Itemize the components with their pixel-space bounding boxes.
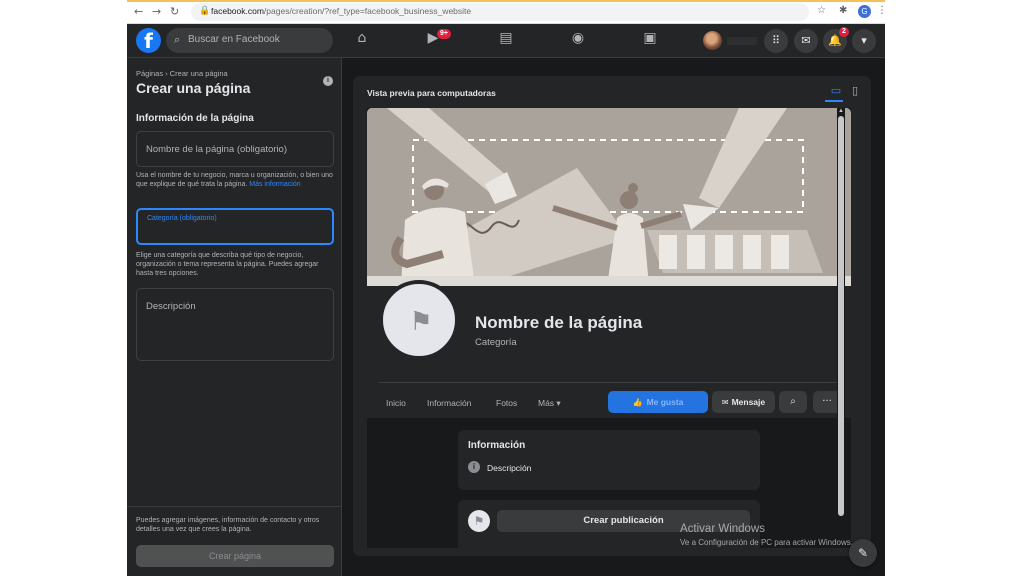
search-icon: ⌕ <box>174 33 181 46</box>
profile-picture: ⚑ <box>379 280 459 360</box>
user-avatar[interactable] <box>703 31 722 50</box>
messenger-small-icon: ✉ <box>721 398 729 407</box>
ellipsis-icon: ··· <box>822 396 832 407</box>
sidebar-divider <box>127 506 342 507</box>
scrollbar-thumb[interactable] <box>838 116 844 516</box>
browser-menu-icon[interactable]: ⋮ <box>877 5 885 16</box>
browser-profile-avatar[interactable]: G <box>858 5 871 18</box>
info-icon[interactable]: i <box>323 76 333 86</box>
cover-illustration <box>367 108 851 286</box>
search-box[interactable]: ⌕ Buscar en Facebook <box>166 28 333 53</box>
url-text: facebook.com/pages/creation/?ref_type=fa… <box>211 6 472 16</box>
info-card-title: Información <box>468 440 526 451</box>
page-name-help: Usa el nombre de tu negocio, marca u org… <box>136 172 333 188</box>
scroll-up-arrow-icon[interactable]: ▲ <box>837 108 845 115</box>
mobile-preview-icon[interactable]: ▯ <box>849 84 861 98</box>
star-icon[interactable]: ☆ <box>817 5 826 16</box>
info-card-description: Descripción <box>487 463 532 473</box>
gaming-icon[interactable]: ▣ <box>638 30 662 52</box>
search-placeholder: Buscar en Facebook <box>188 34 280 45</box>
facebook-logo[interactable]: f <box>136 28 161 53</box>
back-icon[interactable]: ← <box>134 5 143 18</box>
tabs-divider <box>379 382 839 383</box>
sidebar-footer-text: Puedes agregar imágenes, información de … <box>136 517 320 533</box>
menu-grid-icon[interactable]: ⠿ <box>764 29 788 53</box>
message-button[interactable]: ✉ Mensaje <box>712 391 775 413</box>
user-name-redacted[interactable] <box>727 37 757 45</box>
cover-art <box>367 108 851 286</box>
page-avatar-small-flag-icon: ⚑ <box>468 510 490 532</box>
tab-fotos[interactable]: Fotos <box>496 398 517 408</box>
groups-icon[interactable]: ◉ <box>566 30 590 52</box>
like-button[interactable]: 👍 Me gusta <box>608 391 708 413</box>
section-title: Información de la página <box>136 113 254 124</box>
address-bar[interactable]: 🔒 facebook.com/pages/creation/?ref_type=… <box>191 3 809 21</box>
thumbs-up-icon: 👍 <box>632 398 643 407</box>
category-field[interactable]: Categoría (obligatorio) <box>136 208 334 245</box>
tab-strip-edge <box>127 0 885 2</box>
info-circle-icon: i <box>468 461 480 473</box>
page-name-field[interactable]: Nombre de la página (obligatorio) <box>136 131 334 167</box>
notifications-badge: 2 <box>839 27 849 37</box>
desktop-preview-panel: Vista previa para computadoras ▭ ▯ ⚑ Nom… <box>353 76 871 556</box>
preview-page-name: Nombre de la página <box>475 313 643 332</box>
tab-inicio[interactable]: Inicio <box>386 398 406 408</box>
page-title: Crear una página <box>136 80 251 96</box>
windows-activation-watermark: Activar Windows <box>680 523 765 535</box>
browser-toolbar: ← → ↻ 🔒 facebook.com/pages/creation/?ref… <box>127 0 885 24</box>
home-icon[interactable]: ⌂ <box>350 30 374 52</box>
desktop-preview-active-indicator <box>825 100 843 102</box>
category-help: Elige una categoría que describa qué tip… <box>136 252 319 277</box>
account-dropdown-icon[interactable]: ▾ <box>852 29 876 53</box>
description-field[interactable]: Descripción <box>136 288 334 361</box>
flag-icon: ⚑ <box>409 307 433 337</box>
magnifier-icon: ⌕ <box>790 396 796 407</box>
extensions-icon[interactable]: ✱ <box>839 5 847 16</box>
browser-window: ← → ↻ 🔒 facebook.com/pages/creation/?ref… <box>127 0 885 576</box>
preview-viewport: ⚑ Nombre de la página Categoría Inicio I… <box>367 108 851 548</box>
preview-category: Categoría <box>475 337 517 348</box>
category-placeholder: Categoría (obligatorio) <box>147 215 217 222</box>
watch-badge: 9+ <box>437 29 451 39</box>
description-placeholder: Descripción <box>146 301 196 312</box>
reload-icon[interactable]: ↻ <box>170 5 179 18</box>
create-page-sidebar: Páginas › Crear una página Crear una pág… <box>127 58 342 576</box>
preview-scrollbar[interactable]: ▲ <box>837 108 845 548</box>
page-name-placeholder: Nombre de la página (obligatorio) <box>146 144 287 155</box>
preview-title: Vista previa para computadoras <box>367 88 496 98</box>
facebook-top-bar: f ⌕ Buscar en Facebook ⌂ ▶ 9+ ▤ ◉ ▣ ⠿ ✉ … <box>127 24 885 58</box>
new-message-compose-icon[interactable]: ✎ <box>849 539 877 567</box>
forward-icon[interactable]: → <box>152 5 161 18</box>
lock-icon: 🔒 <box>199 6 211 16</box>
more-info-link[interactable]: Más información <box>249 181 300 188</box>
marketplace-icon[interactable]: ▤ <box>494 30 518 52</box>
search-page-button[interactable]: ⌕ <box>779 391 807 413</box>
info-card: Información i Descripción <box>458 430 760 490</box>
desktop-preview-icon[interactable]: ▭ <box>829 84 843 98</box>
tab-informacion[interactable]: Información <box>427 398 471 408</box>
messenger-icon[interactable]: ✉ <box>794 29 818 53</box>
windows-activation-subtext: Ve a Configuración de PC para activar Wi… <box>680 538 853 547</box>
preview-page: ⚑ Nombre de la página Categoría Inicio I… <box>367 108 851 548</box>
create-page-button[interactable]: Crear página <box>136 545 334 567</box>
breadcrumb: Páginas › Crear una página <box>136 69 228 78</box>
tab-mas[interactable]: Más ▾ <box>538 398 561 409</box>
